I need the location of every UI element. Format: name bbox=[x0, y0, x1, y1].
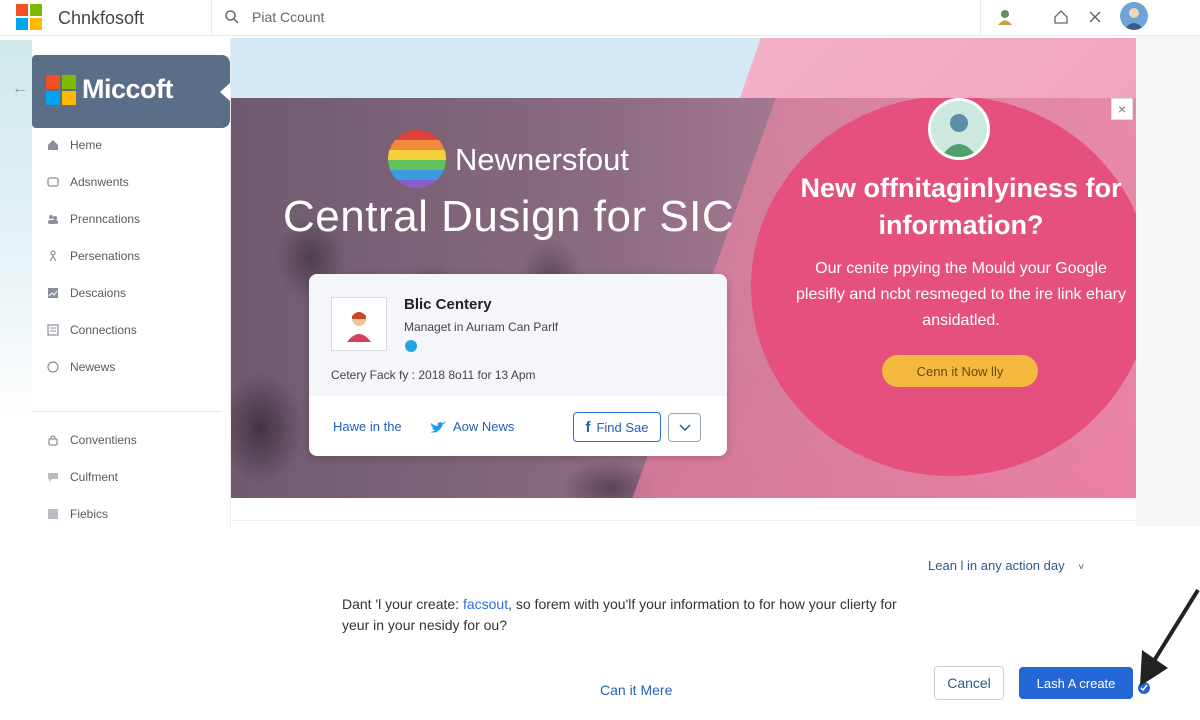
image-icon bbox=[46, 286, 60, 300]
profile-card: Blic Centery Managet in Aurıam Can Parlf… bbox=[309, 274, 727, 456]
sidebar-item-label: Newews bbox=[70, 359, 116, 374]
sidebar-item-fiebics[interactable]: Fiebics bbox=[32, 495, 230, 532]
content-divider bbox=[231, 520, 1136, 521]
sidebar-item-conventiens[interactable]: Conventiens bbox=[32, 421, 230, 458]
profile-photo bbox=[331, 297, 387, 351]
search-bar[interactable] bbox=[211, 0, 981, 36]
action-day-dropdown[interactable]: Lean l in any action day ˅ bbox=[928, 558, 1084, 573]
dialog-message: Dant 'l your create: facsout, so forem w… bbox=[342, 594, 902, 636]
promo-title: New offnitaginlyiness for information? bbox=[800, 173, 1122, 240]
promo-body: Our cenite ppying the Mould your Google … bbox=[796, 260, 1126, 329]
sidebar-item-newews[interactable]: Newews bbox=[32, 348, 230, 385]
sidebar-item-persenations[interactable]: Persenations bbox=[32, 237, 230, 274]
sidebar-secondary-nav: Conventiens Culfment Fiebics bbox=[32, 421, 230, 532]
brand-logo-icon bbox=[46, 75, 76, 105]
sidebar-item-label: Fiebics bbox=[70, 506, 109, 521]
sidebar: Miccoft Heme Adsnwents Prenncations Pers… bbox=[32, 38, 231, 528]
sidebar-item-descaions[interactable]: Descaions bbox=[32, 274, 230, 311]
list-icon bbox=[46, 323, 60, 337]
sidebar-item-culfment[interactable]: Culfment bbox=[32, 458, 230, 495]
twitter-icon bbox=[430, 420, 446, 432]
cancel-button[interactable]: Cancel bbox=[934, 666, 1004, 700]
search-icon bbox=[225, 10, 239, 24]
cursor-arrow-icon bbox=[1140, 588, 1200, 686]
app-name: Chnkfosoft bbox=[58, 8, 145, 28]
create-button[interactable]: Lash A create bbox=[1019, 667, 1133, 699]
lock-icon bbox=[46, 433, 60, 447]
user-icon[interactable] bbox=[994, 6, 1016, 28]
profile-name: Blic Centery bbox=[404, 296, 492, 313]
sidebar-item-label: Prenncations bbox=[70, 211, 141, 226]
facebook-label: Find Sae bbox=[596, 419, 649, 435]
sidebar-item-adsnwents[interactable]: Adsnwents bbox=[32, 163, 230, 200]
search-input[interactable] bbox=[252, 6, 652, 28]
sidebar-brand[interactable]: Miccoft bbox=[32, 55, 230, 128]
chevron-down-icon: ˅ bbox=[1078, 562, 1085, 573]
circle-icon bbox=[46, 360, 60, 374]
back-arrow-icon[interactable]: ← bbox=[12, 80, 28, 98]
person-icon bbox=[46, 249, 60, 263]
hero-title: Central Dusign for SIC bbox=[283, 192, 735, 241]
more-link[interactable]: Can it Mere bbox=[600, 682, 672, 698]
shield-icon bbox=[46, 175, 60, 189]
twitter-link[interactable]: Aow News bbox=[429, 419, 514, 434]
close-icon[interactable]: × bbox=[1111, 98, 1133, 120]
home-icon bbox=[46, 138, 60, 152]
app-logo-icon[interactable] bbox=[16, 4, 42, 30]
avatar[interactable] bbox=[1120, 2, 1148, 30]
sidebar-item-label: Culfment bbox=[70, 469, 119, 484]
more-dropdown-button[interactable] bbox=[668, 413, 701, 442]
sidebar-item-prenncations[interactable]: Prenncations bbox=[32, 200, 230, 237]
sidebar-item-label: Adsnwents bbox=[70, 174, 129, 189]
facebook-icon: f bbox=[585, 418, 591, 436]
profile-link[interactable]: Hawe in the bbox=[333, 419, 402, 434]
right-gutter bbox=[1136, 36, 1200, 526]
brand-notch bbox=[220, 83, 230, 101]
dialog-inline-link[interactable]: facsout bbox=[463, 596, 508, 612]
promo-button[interactable]: Cenn it Now lly bbox=[882, 355, 1038, 387]
chat-icon bbox=[46, 470, 60, 484]
twitter-label: Aow News bbox=[453, 419, 515, 434]
promo-avatar bbox=[928, 98, 990, 160]
verified-badge bbox=[405, 340, 417, 352]
sidebar-item-home[interactable]: Heme bbox=[32, 126, 230, 163]
top-bar: Chnkfosoft bbox=[0, 0, 1200, 36]
profile-role: Managet in Aurıam Can Parlf bbox=[404, 320, 559, 334]
dialog-text-before: Dant 'l your create: bbox=[342, 596, 463, 612]
sidebar-divider bbox=[32, 411, 222, 412]
users-icon bbox=[46, 212, 60, 226]
profile-date: Cetery Fack fy : 2018 8o11 for 13 Apm bbox=[331, 368, 536, 382]
facebook-button[interactable]: f Find Sae bbox=[573, 412, 661, 442]
sidebar-item-label: Heme bbox=[70, 137, 103, 152]
sidebar-item-label: Descaions bbox=[70, 285, 127, 300]
sidebar-brand-name: Miccoft bbox=[82, 74, 174, 104]
sidebar-item-label: Connections bbox=[70, 322, 137, 337]
action-day-label: Lean l in any action day bbox=[928, 558, 1065, 573]
square-icon bbox=[46, 507, 60, 521]
close-icon[interactable] bbox=[1084, 6, 1106, 28]
sidebar-item-connections[interactable]: Connections bbox=[32, 311, 230, 348]
chevron-down-icon bbox=[678, 423, 691, 431]
sidebar-nav: Heme Adsnwents Prenncations Persenations… bbox=[32, 126, 230, 385]
home-icon[interactable] bbox=[1050, 6, 1072, 28]
hero-brand: Newnersfout bbox=[455, 142, 630, 177]
sidebar-item-label: Conventiens bbox=[70, 432, 137, 447]
rainbow-logo-icon bbox=[388, 130, 446, 188]
sidebar-item-label: Persenations bbox=[70, 248, 141, 263]
